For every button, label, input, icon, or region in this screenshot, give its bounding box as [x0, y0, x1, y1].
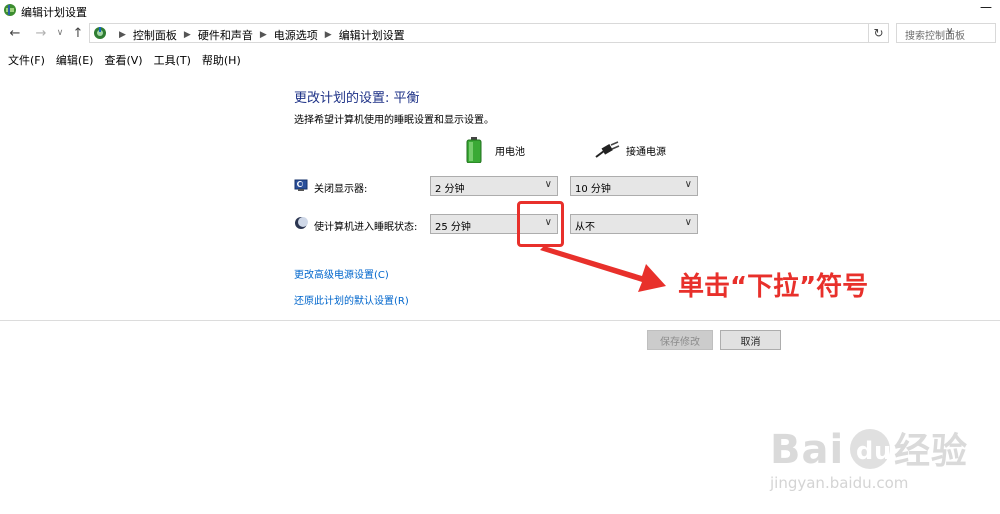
cancel-button[interactable]: 取消 [720, 330, 781, 350]
display-off-battery-value: 2 分钟 [435, 184, 465, 195]
advanced-power-settings-link[interactable]: 更改高级电源设置(C) [294, 266, 389, 281]
sleep-battery-value: 25 分钟 [435, 222, 471, 233]
sleep-plugged-select[interactable]: 从不 ∨ [570, 214, 698, 234]
annotation-highlight-box [517, 201, 564, 247]
svg-text:经验: 经验 [894, 431, 968, 472]
page-title: 更改计划的设置: 平衡 [294, 91, 420, 106]
minimize-button[interactable]: — [972, 0, 1000, 18]
column-plugged-in: 接通电源 [626, 147, 666, 158]
monitor-icon [294, 178, 308, 192]
back-button[interactable]: ← [5, 23, 25, 43]
title-bar: 编辑计划设置 — [0, 0, 1000, 22]
moon-icon [294, 216, 308, 230]
power-plug-icon [594, 141, 620, 159]
breadcrumb-hardware-sound[interactable]: 硬件和声音 [198, 27, 253, 43]
control-panel-icon [93, 26, 107, 40]
sleep-label: 使计算机进入睡眠状态: [314, 222, 418, 233]
sleep-plugged-value: 从不 [575, 222, 595, 233]
menu-bar: 文件(F) 编辑(E) 查看(V) 工具(T) 帮助(H) [0, 50, 244, 68]
menu-help[interactable]: 帮助(H) [194, 50, 241, 68]
menu-file[interactable]: 文件(F) [0, 50, 45, 68]
turn-off-display-label: 关闭显示器: [314, 184, 368, 195]
svg-text:du: du [856, 437, 892, 465]
display-off-battery-select[interactable]: 2 分钟 ∨ [430, 176, 558, 196]
breadcrumb-separator-icon: ▶ [324, 30, 332, 40]
chevron-down-icon[interactable]: ∨ [685, 179, 692, 190]
annotation-arrow-icon [540, 246, 666, 292]
recent-locations-button[interactable]: ∨ [50, 23, 70, 43]
breadcrumb-separator-icon: ▶ [259, 30, 267, 40]
menu-edit[interactable]: 编辑(E) [48, 50, 94, 68]
restore-defaults-link[interactable]: 还原此计划的默认设置(R) [294, 292, 409, 307]
menu-view[interactable]: 查看(V) [96, 50, 142, 68]
forward-button[interactable]: → [31, 23, 51, 43]
display-off-plugged-value: 10 分钟 [575, 184, 611, 195]
chevron-down-icon[interactable]: ∨ [685, 217, 692, 228]
breadcrumb-separator-icon: ▶ [119, 30, 126, 40]
divider [0, 320, 1000, 321]
watermark-url: jingyan.baidu.com [770, 474, 909, 492]
breadcrumb-power-options[interactable]: 电源选项 [274, 27, 318, 43]
power-options-icon [3, 3, 17, 17]
column-on-battery: 用电池 [495, 147, 525, 158]
refresh-button[interactable]: ↻ [869, 23, 889, 43]
menu-tools[interactable]: 工具(T) [146, 50, 191, 68]
chevron-down-icon[interactable]: ∨ [545, 179, 552, 190]
breadcrumb: ▶ 控制面板 ▶ 硬件和声音 ▶ 电源选项 ▶ 编辑计划设置 [112, 27, 405, 43]
display-off-plugged-select[interactable]: 10 分钟 ∨ [570, 176, 698, 196]
address-bar[interactable]: ▶ 控制面板 ▶ 硬件和声音 ▶ 电源选项 ▶ 编辑计划设置 ∨ [89, 23, 953, 43]
page-subtitle: 选择希望计算机使用的睡眠设置和显示设置。 [294, 115, 494, 126]
up-button[interactable]: ↑ [68, 23, 88, 43]
breadcrumb-separator-icon: ▶ [183, 30, 191, 40]
window-title: 编辑计划设置 [21, 6, 87, 19]
battery-icon [466, 137, 482, 164]
breadcrumb-edit-plan[interactable]: 编辑计划设置 [339, 27, 405, 43]
breadcrumb-control-panel[interactable]: 控制面板 [133, 27, 177, 43]
annotation-text: 单击“下拉”符号 [678, 272, 869, 302]
save-changes-button[interactable]: 保存修改 [647, 330, 713, 350]
svg-text:Bai: Bai [770, 427, 844, 473]
search-input[interactable]: 搜索控制面板 [896, 23, 996, 43]
